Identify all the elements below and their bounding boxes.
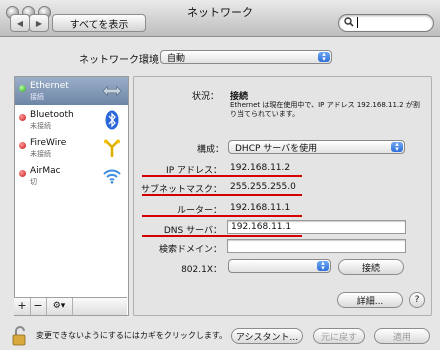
highlight-underline [142,215,302,217]
service-item-firewire[interactable]: FireWire 未接続 [15,134,128,162]
apply-button[interactable]: 適用 [374,328,430,344]
remove-service-button[interactable]: − [30,298,47,315]
search-field[interactable] [338,14,434,32]
add-service-button[interactable]: + [14,298,31,315]
ethernet-icon [102,81,122,101]
lock-message: 変更できないようにするにはカギをクリックします。 [36,331,228,340]
search-caret [357,17,358,28]
service-status: 接続 [30,93,44,101]
router-value: 192.168.11.1 [230,203,291,213]
subnet-mask-value: 255.255.255.0 [230,182,296,192]
service-item-airmac[interactable]: AirMac 切 [15,162,128,190]
show-all-button[interactable]: すべてを表示 [52,14,146,32]
service-name: Bluetooth [30,110,74,120]
location-value: 自動 [167,53,186,64]
service-list: Ethernet 接続 Bluetooth 未接続 FireWire 未接続 A… [14,76,129,316]
gear-menu-button[interactable]: ⚙▾ [46,298,73,315]
dot1x-label: 802.1X： [181,265,222,275]
revert-button[interactable]: 元に戻す [313,328,365,344]
dns-server-field[interactable]: 192.168.11.1 [227,220,406,234]
popup-arrows-icon: ▴ ▾ [317,260,329,272]
service-item-ethernet[interactable]: Ethernet 接続 [15,77,128,105]
forward-button[interactable]: ▶ [29,14,49,32]
assistant-button[interactable]: アシスタント... [231,328,303,344]
back-button[interactable]: ◀ [10,14,30,32]
highlight-underline [142,194,302,196]
status-dot-red [19,142,26,149]
status-label: 状況： [191,92,219,102]
highlight-underline [142,235,302,237]
help-button[interactable]: ? [409,292,425,308]
service-name: Ethernet [30,81,69,91]
dot1x-popup[interactable]: ▴ ▾ [228,259,331,273]
firewire-icon [102,138,122,158]
network-preferences-window: ネットワーク ◀ ▶ すべてを表示 ネットワーク環境： 自動 ▴ ▾ Ethern… [0,0,440,350]
popup-arrows-icon: ▴ ▾ [318,51,330,63]
highlight-underline [142,175,302,177]
config-label: 構成： [196,145,224,155]
service-name: AirMac [30,166,61,176]
title-bar: ネットワーク ◀ ▶ すべてを表示 [0,0,440,37]
config-value: DHCP サーバを使用 [235,143,318,154]
search-domain-label: 検索ドメイン： [158,245,222,255]
forward-icon: ▶ [35,18,43,28]
ip-address-value: 192.168.11.2 [230,163,291,173]
status-dot-green [19,85,26,92]
search-domain-field[interactable] [227,239,406,253]
status-dot-red [19,114,26,121]
location-popup[interactable]: 自動 ▴ ▾ [160,50,332,64]
service-status: 未接続 [30,122,51,130]
detail-panel: 状況： 接続 Ethernet は現在使用中で、IP アドレス 192.168.… [133,76,432,316]
service-item-bluetooth[interactable]: Bluetooth 未接続 [15,106,128,134]
back-icon: ◀ [16,18,24,28]
advanced-button[interactable]: 詳細... [337,292,403,308]
service-list-toolbar: + − ⚙▾ [14,297,127,315]
location-label: ネットワーク環境： [79,55,169,66]
lock-icon[interactable] [12,326,28,350]
service-name: FireWire [30,138,67,148]
config-popup[interactable]: DHCP サーバを使用 ▴ ▾ [228,140,405,154]
wifi-icon [102,166,122,186]
service-status: 切 [30,178,37,186]
service-status: 未接続 [30,150,51,158]
bluetooth-icon [102,110,122,130]
search-icon [344,17,354,30]
status-description: Ethernet は現在使用中で、IP アドレス 192.168.11.2 が割… [230,101,420,118]
status-dot-red [19,170,26,177]
connect-button[interactable]: 接続 [338,259,404,275]
popup-arrows-icon: ▴ ▾ [391,141,403,153]
